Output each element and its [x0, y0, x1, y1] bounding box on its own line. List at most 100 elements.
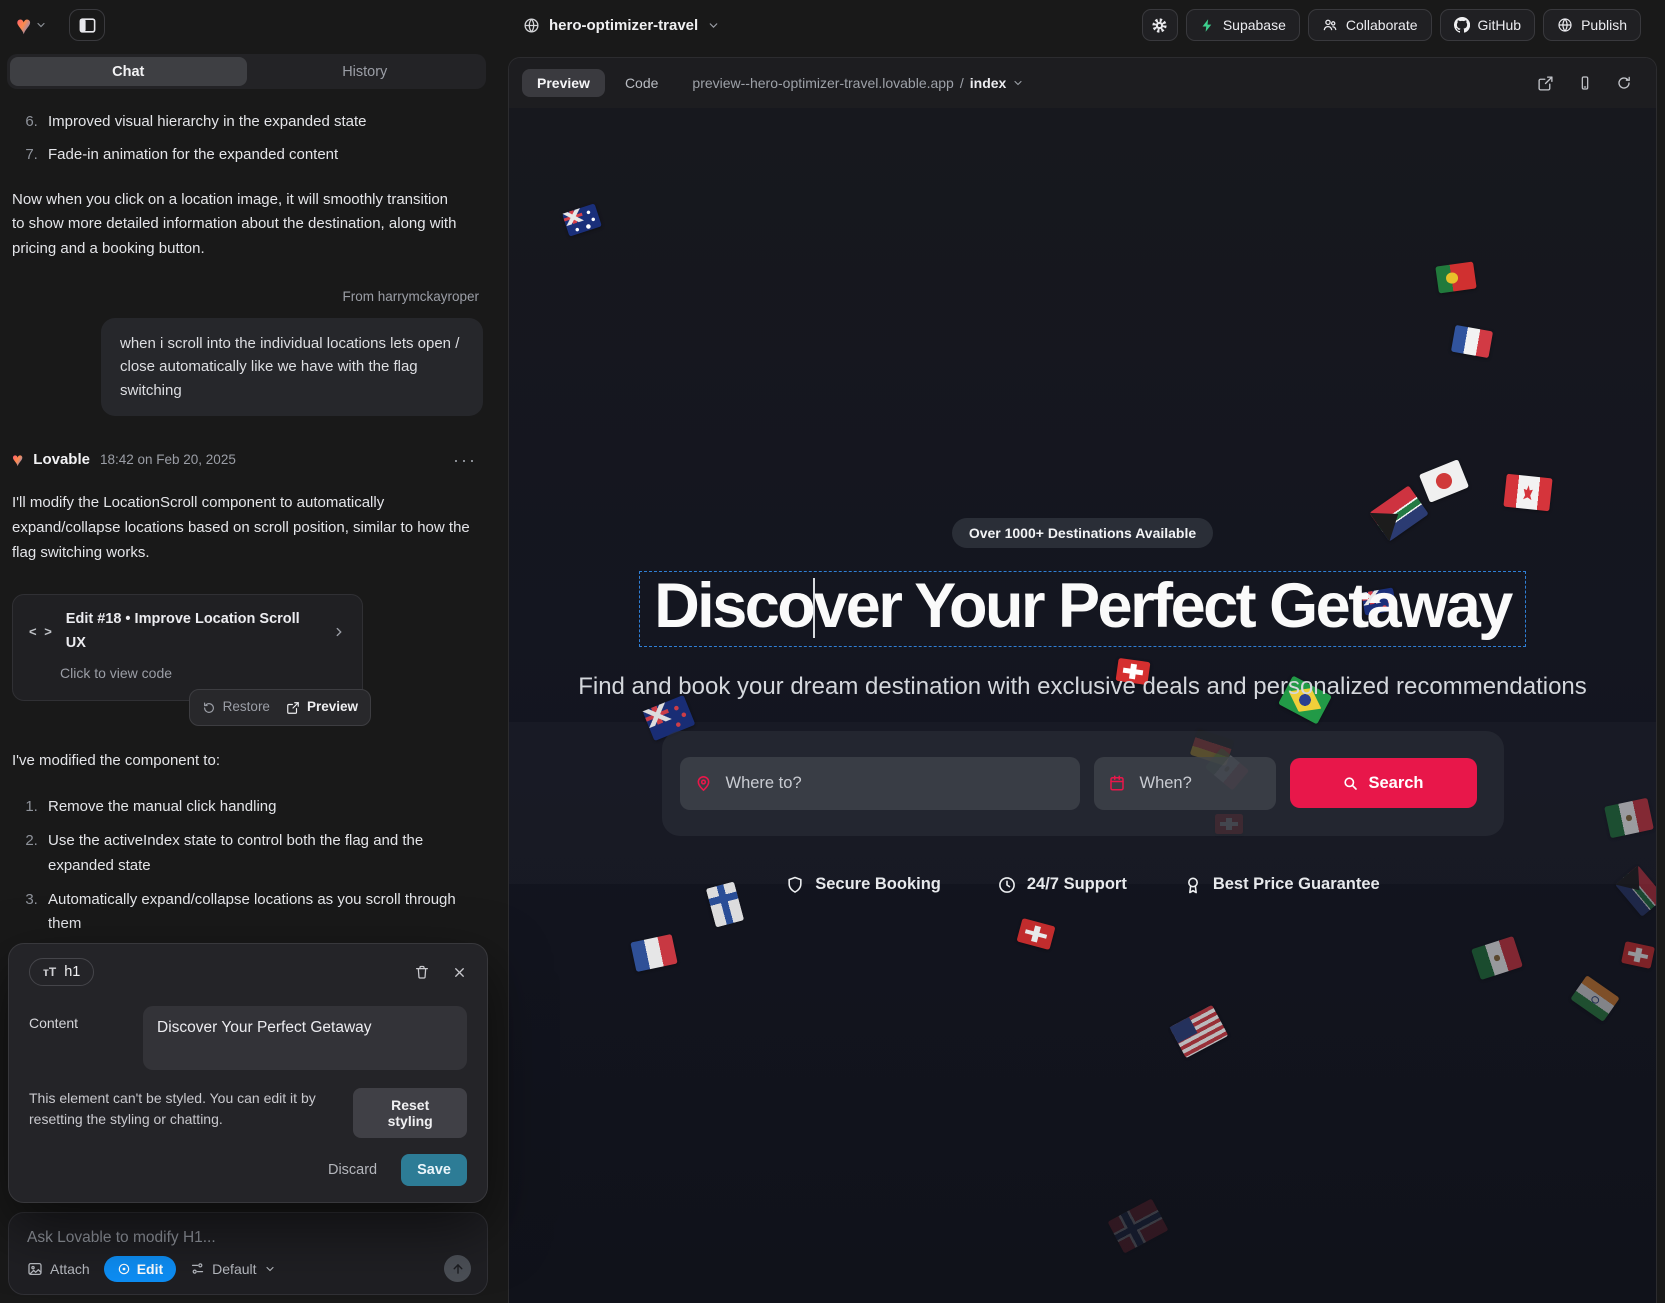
delete-element-button[interactable] — [414, 964, 430, 980]
restore-icon — [202, 701, 216, 715]
preview-panel: Preview Code preview--hero-optimizer-tra… — [508, 57, 1657, 1303]
chat-input-box[interactable]: Ask Lovable to modify H1... Attach Edit … — [8, 1212, 488, 1295]
mobile-view-button[interactable] — [1577, 75, 1593, 91]
list-item: Remove the manual click handling — [42, 795, 472, 820]
clock-icon — [997, 875, 1017, 895]
text-caret — [813, 578, 815, 638]
assistant-paragraph: I'll modify the LocationScroll component… — [12, 491, 478, 565]
content-textarea[interactable]: Discover Your Perfect Getaway — [143, 1006, 467, 1070]
project-chevron-down-icon — [707, 19, 720, 32]
settings-button[interactable] — [1142, 9, 1178, 41]
feature-support: 24/7 Support — [997, 875, 1127, 895]
destinations-badge: Over 1000+ Destinations Available — [952, 518, 1213, 548]
discard-button[interactable]: Discard — [328, 1162, 377, 1178]
award-icon — [1183, 875, 1203, 895]
assistant-numbered-list: Improved visual hierarchy in the expande… — [42, 110, 483, 168]
preview-viewport[interactable]: Over 1000+ Destinations Available Discov… — [509, 108, 1656, 1303]
calendar-icon — [1108, 774, 1126, 792]
preview-toolbar: Preview Code preview--hero-optimizer-tra… — [509, 58, 1656, 108]
search-button[interactable]: Search — [1290, 758, 1477, 808]
assistant-message-header: ♥ Lovable 18:42 on Feb 20, 2025 ··· — [12, 446, 483, 476]
logo-chevron-down-icon[interactable] — [35, 19, 47, 31]
github-button[interactable]: GitHub — [1440, 9, 1536, 41]
chat-message-list[interactable]: Improved visual hierarchy in the expande… — [0, 89, 501, 1005]
message-timestamp: 18:42 on Feb 20, 2025 — [100, 449, 236, 471]
flag-norway-icon — [1107, 1198, 1168, 1253]
hero-section: Over 1000+ Destinations Available Discov… — [509, 108, 1656, 895]
flag-india-icon — [1570, 975, 1619, 1022]
top-bar: ♥ hero-optimizer-travel Supabase Collabo… — [0, 0, 1665, 50]
supabase-button[interactable]: Supabase — [1186, 9, 1300, 41]
feature-best-price: Best Price Guarantee — [1183, 875, 1380, 895]
topbar-actions: Supabase Collaborate GitHub Publish — [1142, 9, 1641, 41]
attach-button[interactable]: Attach — [27, 1261, 90, 1277]
lovable-avatar: ♥ — [12, 451, 23, 470]
preview-version-button[interactable]: Preview — [286, 696, 358, 718]
assistant-name: Lovable — [33, 448, 90, 473]
edit-version-card[interactable]: < > Edit #18 • Improve Location Scroll U… — [12, 594, 363, 701]
project-selector[interactable]: hero-optimizer-travel — [523, 0, 720, 50]
reset-styling-button[interactable]: Reset styling — [353, 1088, 467, 1138]
flag-usa-icon — [1170, 1005, 1229, 1058]
type-icon: тT — [43, 965, 56, 979]
when-input[interactable]: When? — [1094, 757, 1276, 810]
attach-image-icon — [27, 1261, 43, 1277]
hero-heading[interactable]: Discover Your Perfect Getaway — [654, 574, 1511, 640]
project-name: hero-optimizer-travel — [549, 17, 698, 34]
sidebar-tabs: Chat History — [7, 54, 486, 89]
target-icon — [117, 1262, 131, 1276]
chevron-down-icon — [264, 1263, 276, 1275]
gear-icon — [1151, 17, 1168, 34]
tab-chat[interactable]: Chat — [10, 57, 247, 86]
trash-icon — [414, 964, 430, 980]
chat-input-placeholder: Ask Lovable to modify H1... — [27, 1229, 469, 1247]
publish-button[interactable]: Publish — [1543, 9, 1641, 41]
version-actions-pill: Restore Preview — [189, 689, 371, 725]
mode-selector[interactable]: Default — [190, 1261, 275, 1277]
hero-subheading: Find and book your dream destination wit… — [578, 673, 1587, 701]
external-link-icon — [286, 701, 300, 715]
sidebar-toggle-button[interactable] — [69, 9, 105, 41]
phone-icon — [1577, 75, 1593, 91]
message-author-label: From harrymckayroper — [12, 286, 483, 308]
close-panel-button[interactable] — [452, 965, 467, 980]
code-icon: < > — [29, 621, 54, 642]
element-tag-label: h1 — [64, 964, 80, 980]
tab-history[interactable]: History — [247, 57, 484, 86]
supabase-bolt-icon — [1200, 18, 1215, 33]
styling-note-text: This element can't be styled. You can ed… — [29, 1088, 353, 1130]
tab-preview[interactable]: Preview — [522, 69, 605, 97]
element-tag-badge[interactable]: тT h1 — [29, 958, 94, 986]
element-editor-panel: тT h1 Content Discover Your Perfect Geta… — [8, 943, 488, 1203]
refresh-icon — [1616, 75, 1632, 91]
search-bar: Where to? When? Search — [662, 731, 1504, 836]
refresh-button[interactable] — [1616, 75, 1632, 91]
send-button[interactable] — [444, 1255, 471, 1282]
where-to-input[interactable]: Where to? — [680, 757, 1080, 810]
save-button[interactable]: Save — [401, 1154, 467, 1186]
preview-url[interactable]: preview--hero-optimizer-travel.lovable.a… — [692, 75, 1024, 91]
list-item: Fade-in animation for the expanded conte… — [42, 143, 483, 168]
publish-globe-icon — [1557, 17, 1573, 33]
lovable-logo-icon[interactable]: ♥ — [16, 12, 31, 38]
chevron-down-icon — [1012, 77, 1024, 89]
list-item: Improved visual hierarchy in the expande… — [42, 110, 483, 135]
assistant-paragraph: I've modified the component to: — [12, 749, 483, 774]
edit-card-title: Edit #18 • Improve Location Scroll UX — [66, 608, 320, 656]
flag-mexico-icon — [1471, 936, 1523, 980]
list-item: Automatically expand/collapse locations … — [42, 888, 472, 938]
globe-icon — [523, 17, 540, 34]
flag-france-icon — [630, 934, 677, 972]
edit-mode-button[interactable]: Edit — [104, 1256, 176, 1282]
collaborate-button[interactable]: Collaborate — [1308, 9, 1432, 41]
github-icon — [1454, 17, 1470, 33]
restore-button[interactable]: Restore — [202, 696, 270, 718]
tab-code[interactable]: Code — [619, 69, 664, 97]
user-message-bubble: when i scroll into the individual locati… — [101, 318, 483, 416]
search-icon — [1342, 775, 1358, 791]
flag-switzerland-icon — [1016, 918, 1055, 950]
open-in-new-tab-button[interactable] — [1537, 75, 1554, 92]
heading-selection-box[interactable]: Discover Your Perfect Getaway — [639, 571, 1526, 647]
features-row: Secure Booking 24/7 Support Best Price G… — [785, 875, 1379, 895]
message-menu-button[interactable]: ··· — [453, 446, 483, 476]
